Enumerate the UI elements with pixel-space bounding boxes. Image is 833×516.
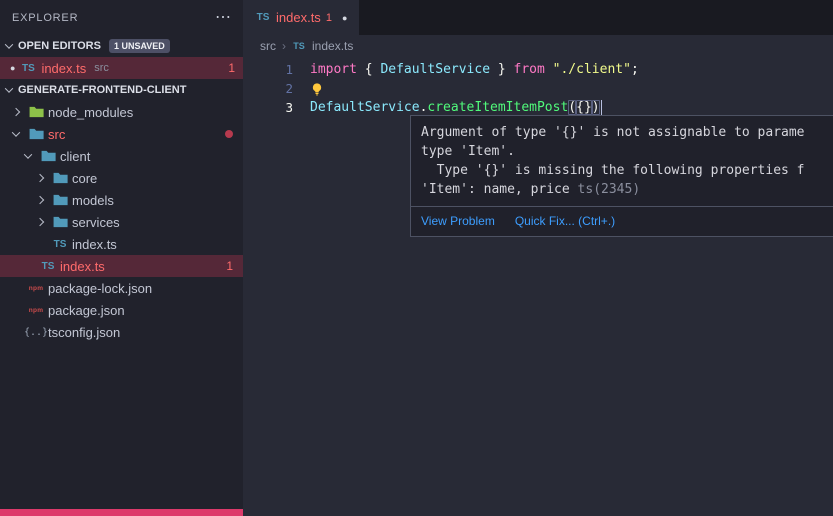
folder-icon xyxy=(52,172,68,184)
tree-item-label: tsconfig.json xyxy=(48,325,120,340)
line-number: 1 xyxy=(243,60,310,79)
tooltip-text-line: 'Item': name, price ts(2345) xyxy=(421,180,833,199)
chevron-right-icon xyxy=(32,219,48,225)
tree-item-src[interactable]: src xyxy=(0,123,243,145)
line-number: 2 xyxy=(243,79,310,98)
error-tooltip: Argument of type '{}' is not assignable … xyxy=(410,115,833,237)
typescript-icon: TS xyxy=(52,239,68,250)
chevron-down-icon xyxy=(5,84,13,92)
explorer-title: EXPLORER xyxy=(12,12,215,24)
tooltip-actions: View Problem Quick Fix... (Ctrl+.) xyxy=(411,206,833,236)
lightbulb-icon[interactable] xyxy=(310,82,324,96)
typescript-icon: TS xyxy=(20,63,36,74)
tab-bar: TS index.ts 1 ● xyxy=(243,0,833,35)
tree-item-node-modules[interactable]: node_modules xyxy=(0,101,243,123)
line-number: 3 xyxy=(243,98,310,117)
npm-icon: npm xyxy=(28,285,44,292)
error-count-badge: 1 xyxy=(226,259,233,273)
tree-item-core[interactable]: core xyxy=(0,167,243,189)
chevron-down-icon xyxy=(20,153,36,159)
folder-icon xyxy=(52,194,68,206)
tree-item-label: package-lock.json xyxy=(48,281,152,296)
tree-item-index-ts[interactable]: TS index.ts xyxy=(0,233,243,255)
chevron-down-icon xyxy=(5,40,13,48)
json-icon: {..} xyxy=(28,327,44,338)
chevron-right-icon xyxy=(32,197,48,203)
error-dot-badge xyxy=(225,130,233,138)
folder-icon xyxy=(52,216,68,228)
tab-index-ts[interactable]: TS index.ts 1 ● xyxy=(243,0,359,35)
vscode-window: EXPLORER ⋯ OPEN EDITORS 1 UNSAVED ● TS i… xyxy=(0,0,833,516)
open-editors-header[interactable]: OPEN EDITORS 1 UNSAVED xyxy=(0,35,243,57)
explorer-sidebar: EXPLORER ⋯ OPEN EDITORS 1 UNSAVED ● TS i… xyxy=(0,0,243,516)
chevron-right-icon xyxy=(8,109,24,115)
code-editor[interactable]: 1import { DefaultService } from "./clien… xyxy=(243,57,833,117)
tree-item-label: src xyxy=(48,127,65,142)
file-tree: node_modulessrc client core models services T… xyxy=(0,101,243,343)
tree-item-label: client xyxy=(60,149,90,164)
folder-icon xyxy=(40,150,56,162)
error-count-badge: 1 xyxy=(228,61,235,75)
tree-item-services[interactable]: services xyxy=(0,211,243,233)
sidebar-title-row: EXPLORER ⋯ xyxy=(0,0,243,35)
tree-item-models[interactable]: models xyxy=(0,189,243,211)
chevron-right-icon xyxy=(32,175,48,181)
tree-item-package-lock-json[interactable]: npm package-lock.json xyxy=(0,277,243,299)
tree-item-label: index.ts xyxy=(60,259,105,274)
tree-item-label: node_modules xyxy=(48,105,133,120)
tree-item-label: index.ts xyxy=(72,237,117,252)
tree-item-label: package.json xyxy=(48,303,125,318)
modified-dot-icon[interactable]: ● xyxy=(342,13,347,23)
breadcrumb-separator-icon: › xyxy=(282,39,286,53)
quick-fix-ctrl-link[interactable]: Quick Fix... (Ctrl+.) xyxy=(515,214,615,228)
tree-item-tsconfig-json[interactable]: {..} tsconfig.json xyxy=(0,321,243,343)
breadcrumb-folder[interactable]: src xyxy=(260,39,276,53)
tooltip-text-line: Type '{}' is missing the following prope… xyxy=(421,161,833,180)
open-editor-item-index-ts[interactable]: ● TS index.ts src 1 xyxy=(0,57,243,79)
tree-item-client[interactable]: client xyxy=(0,145,243,167)
tooltip-text-line: type 'Item'. xyxy=(421,142,833,161)
workspace-header[interactable]: GENERATE-FRONTEND-CLIENT xyxy=(0,79,243,101)
code-line[interactable]: 1import { DefaultService } from "./clien… xyxy=(243,60,833,79)
typescript-icon: TS xyxy=(255,12,271,23)
breadcrumb-file[interactable]: index.ts xyxy=(312,39,353,53)
tree-item-label: services xyxy=(72,215,120,230)
tree-item-index-ts[interactable]: TS index.ts 1 xyxy=(0,255,243,277)
tab-error-count: 1 xyxy=(326,12,332,24)
tooltip-message: Argument of type '{}' is not assignable … xyxy=(411,116,833,206)
open-editors-label: OPEN EDITORS xyxy=(18,40,101,52)
tree-item-label: models xyxy=(72,193,114,208)
tab-label: index.ts xyxy=(276,10,321,25)
typescript-icon: TS xyxy=(40,261,56,272)
code-line[interactable]: 2 xyxy=(243,79,833,98)
folder-icon xyxy=(28,128,44,140)
more-actions-icon[interactable]: ⋯ xyxy=(215,10,231,26)
view-problem-link[interactable]: View Problem xyxy=(421,214,495,228)
unsaved-badge: 1 UNSAVED xyxy=(109,39,170,53)
tree-item-package-json[interactable]: npm package.json xyxy=(0,299,243,321)
text-cursor xyxy=(601,100,603,115)
typescript-icon: TS xyxy=(292,41,306,51)
workspace-label: GENERATE-FRONTEND-CLIENT xyxy=(18,84,186,96)
chevron-down-icon xyxy=(8,131,24,137)
line-content: import { DefaultService } from "./client… xyxy=(310,60,639,79)
breadcrumb: src › TS index.ts xyxy=(243,35,833,57)
editor-region: TS index.ts 1 ● src › TS index.ts 1impor… xyxy=(243,0,833,516)
tree-item-label: core xyxy=(72,171,97,186)
line-content xyxy=(310,79,324,98)
sidebar-bottom-strip xyxy=(0,509,243,516)
npm-icon: npm xyxy=(28,307,44,314)
modified-dot-icon: ● xyxy=(10,64,15,73)
folder-icon xyxy=(28,106,44,118)
open-editor-detail: src xyxy=(94,62,109,74)
open-editor-file-label: index.ts xyxy=(41,61,86,76)
tooltip-text-line: Argument of type '{}' is not assignable … xyxy=(421,123,833,142)
